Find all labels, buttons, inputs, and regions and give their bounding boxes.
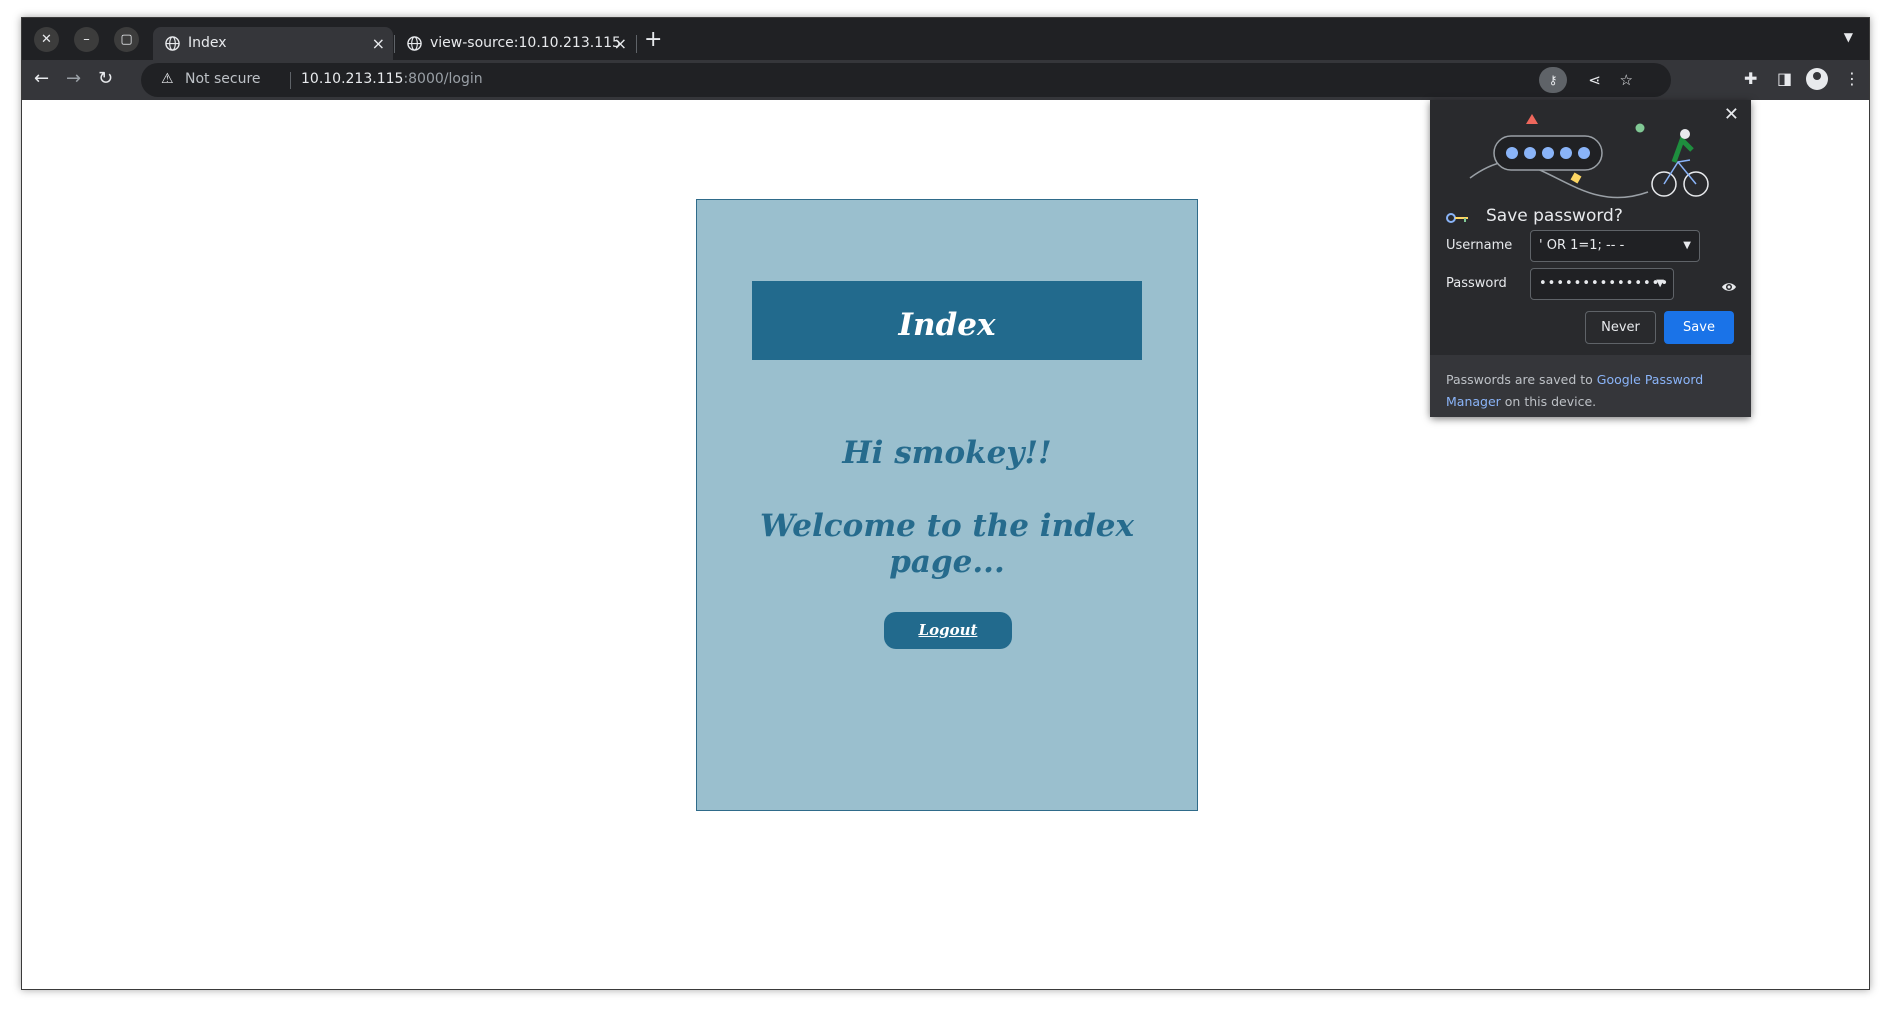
close-icon[interactable]: ✕ bbox=[1724, 104, 1739, 125]
caret-down-icon: ▼ bbox=[1683, 240, 1691, 251]
username-label: Username bbox=[1446, 238, 1513, 253]
username-value: ' OR 1=1; -- - bbox=[1539, 238, 1625, 253]
forward-arrow-icon[interactable]: → bbox=[66, 68, 81, 89]
back-arrow-icon[interactable]: ← bbox=[34, 68, 49, 89]
greeting-text: Hi smokey!! bbox=[842, 435, 1052, 471]
save-password-bubble: ✕ Save password? Username ' OR 1=1; -- -… bbox=[1430, 100, 1751, 417]
password-illustration bbox=[1469, 114, 1709, 199]
footer-text-post: on this device. bbox=[1500, 394, 1597, 409]
never-button[interactable]: Never bbox=[1585, 311, 1656, 344]
welcome-text: Welcome to the index page... bbox=[759, 508, 1134, 580]
menu-kebab-icon[interactable]: ⋮ bbox=[1844, 69, 1860, 88]
globe-icon bbox=[407, 36, 422, 51]
url-path: :8000/login bbox=[403, 71, 483, 87]
bookmark-star-icon[interactable]: ☆ bbox=[1620, 71, 1633, 89]
tab-strip: ✕ – ▢ Index × view-source:10.10.213.115 … bbox=[22, 18, 1869, 60]
password-select[interactable]: ••••••••••••••• ▼ bbox=[1530, 268, 1674, 300]
footer-text-pre: Passwords are saved to bbox=[1446, 372, 1597, 387]
globe-icon bbox=[165, 36, 180, 51]
bubble-footer: Passwords are saved to Google Password M… bbox=[1430, 355, 1751, 417]
eye-icon[interactable] bbox=[1721, 279, 1737, 295]
share-icon[interactable]: ⋖ bbox=[1588, 71, 1601, 89]
tab-divider bbox=[636, 35, 637, 53]
profile-avatar[interactable] bbox=[1806, 68, 1828, 90]
username-select[interactable]: ' OR 1=1; -- - ▼ bbox=[1530, 230, 1700, 262]
new-tab-button[interactable]: + bbox=[644, 27, 662, 52]
tab-title: Index bbox=[188, 35, 227, 51]
logout-button[interactable]: Logout bbox=[884, 612, 1012, 649]
save-button[interactable]: Save bbox=[1664, 311, 1734, 344]
browser-toolbar: ← → ↻ ⚠ Not secure 10.10.213.115:8000/lo… bbox=[22, 60, 1869, 101]
url-host: 10.10.213.115 bbox=[301, 71, 404, 87]
tab-search-chevron-icon[interactable]: ▼ bbox=[1844, 30, 1853, 44]
browser-window: ✕ – ▢ Index × view-source:10.10.213.115 … bbox=[21, 17, 1870, 990]
tab-view-source[interactable]: view-source:10.10.213.115 × bbox=[395, 27, 635, 60]
side-panel-icon[interactable]: ◨ bbox=[1777, 69, 1792, 88]
address-bar[interactable]: ⚠ Not secure 10.10.213.115:8000/login ⋖ … bbox=[141, 63, 1671, 97]
tab-title: view-source:10.10.213.115 bbox=[430, 35, 621, 51]
tab-index[interactable]: Index × bbox=[153, 27, 393, 60]
password-label: Password bbox=[1446, 276, 1507, 291]
window-maximize-button[interactable]: ▢ bbox=[114, 27, 139, 52]
security-label[interactable]: Not secure bbox=[185, 71, 261, 87]
warning-icon[interactable]: ⚠ bbox=[161, 71, 174, 87]
save-password-title: Save password? bbox=[1486, 206, 1623, 226]
page-title: Index bbox=[752, 281, 1142, 360]
close-tab-icon[interactable]: × bbox=[372, 27, 385, 60]
caret-down-icon: ▼ bbox=[1656, 278, 1665, 289]
key-icon[interactable]: ⚷ bbox=[1539, 67, 1567, 93]
window-minimize-button[interactable]: – bbox=[74, 27, 99, 52]
password-value: ••••••••••••••• bbox=[1539, 276, 1670, 291]
google-key-icon bbox=[1446, 213, 1468, 223]
reload-icon[interactable]: ↻ bbox=[98, 68, 113, 89]
index-card: Index Hi smokey!! Welcome to the index p… bbox=[696, 199, 1198, 811]
window-close-button[interactable]: ✕ bbox=[34, 27, 59, 52]
extensions-icon[interactable]: ✚ bbox=[1744, 69, 1757, 88]
close-tab-icon[interactable]: × bbox=[614, 27, 627, 60]
url-text[interactable]: 10.10.213.115:8000/login bbox=[301, 71, 483, 87]
address-divider bbox=[290, 72, 291, 89]
